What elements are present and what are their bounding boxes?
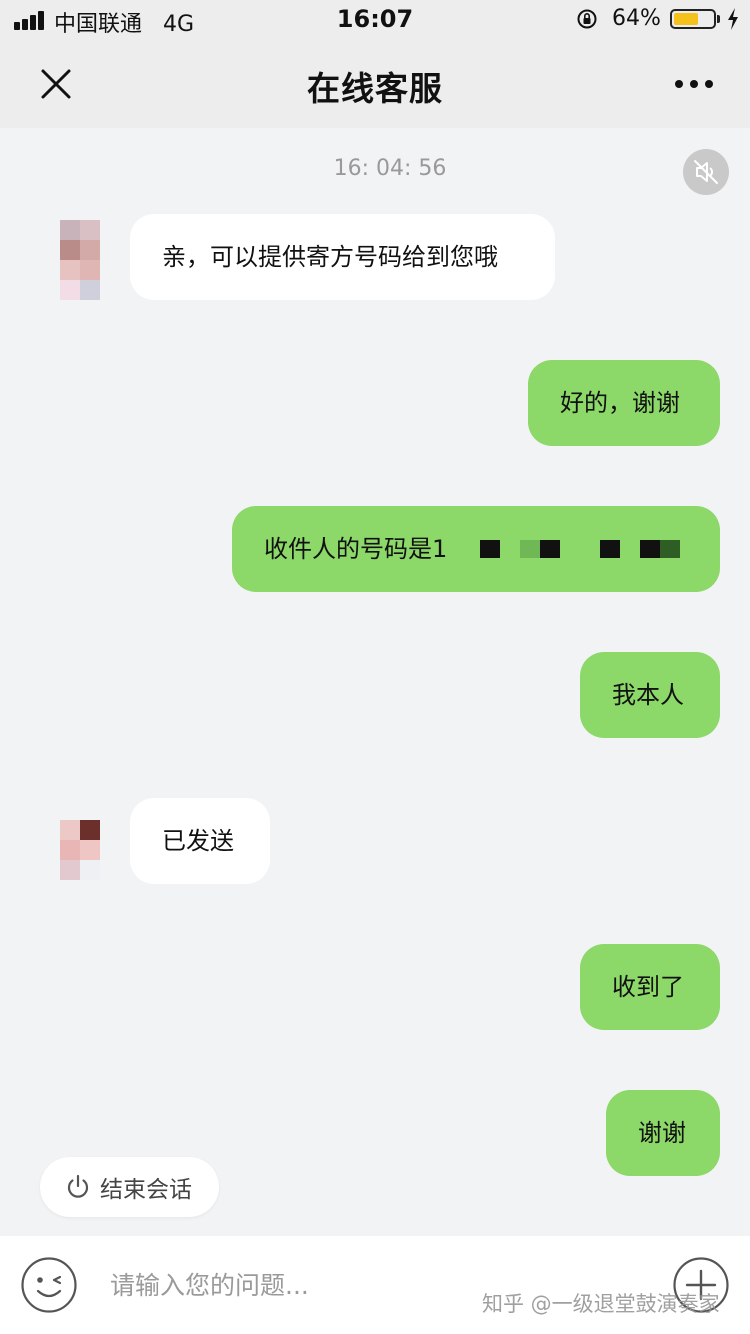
end-session-button[interactable]: 结束会话 — [40, 1157, 219, 1217]
battery-icon — [670, 9, 716, 29]
mute-button[interactable] — [683, 149, 729, 195]
emoji-icon[interactable] — [20, 1256, 78, 1314]
message-text: 收件人的号码是1 — [264, 535, 448, 563]
battery-fill — [674, 13, 698, 25]
power-icon — [67, 1174, 89, 1198]
agent-avatar — [60, 820, 100, 880]
message-text: 谢谢 — [638, 1119, 686, 1147]
message-bubble-agent: 亲，可以提供寄方号码给到您哦 — [130, 214, 555, 300]
agent-avatar — [60, 220, 100, 300]
message-text: 我本人 — [612, 681, 684, 709]
message-text: 亲，可以提供寄方号码给到您哦 — [162, 243, 498, 271]
message-text: 已发送 — [162, 827, 234, 855]
message-bubble-user: 收到了 — [580, 944, 720, 1030]
message-timestamp: 16: 04: 56 — [333, 156, 447, 181]
more-icon — [675, 80, 713, 88]
battery-nub — [717, 15, 720, 23]
message-bubble-user: 收件人的号码是1 — [232, 506, 720, 592]
message-bubble-user: 好的，谢谢 — [528, 360, 720, 446]
message-bubble-agent: 已发送 — [130, 798, 270, 884]
speaker-muted-icon — [694, 160, 718, 184]
message-text: 好的，谢谢 — [560, 389, 680, 417]
input-bar — [0, 1236, 750, 1334]
chat-screen: 中国联通 4G 16:07 64% 在线客服 16: 04: 56 亲，可以提供… — [0, 0, 750, 1334]
orientation-lock-icon — [577, 9, 597, 29]
watermark: 知乎 @一级退堂鼓演奏家 — [482, 1292, 720, 1316]
end-session-label: 结束会话 — [100, 1177, 192, 1203]
message-text: 收到了 — [612, 973, 684, 1001]
battery-percent: 64% — [612, 6, 661, 31]
message-bubble-user: 我本人 — [580, 652, 720, 738]
page-title: 在线客服 — [307, 69, 443, 108]
more-button[interactable] — [664, 62, 724, 106]
nav-bar: 在线客服 — [0, 40, 750, 128]
charging-bolt-icon — [728, 8, 738, 30]
message-bubble-user: 谢谢 — [606, 1090, 720, 1176]
status-bar: 中国联通 4G 16:07 64% — [0, 0, 750, 40]
